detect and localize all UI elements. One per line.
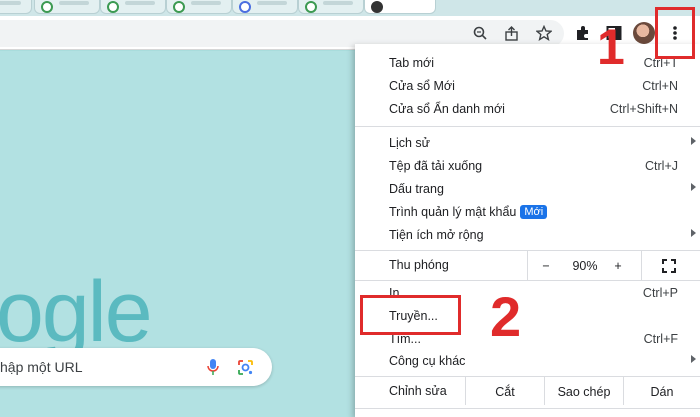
- google-logo: ogle: [0, 264, 153, 360]
- site-favicon-icon: [239, 1, 251, 13]
- menu-item-edit: Chỉnh sửa Cắt Sao chép Dán: [355, 377, 700, 405]
- browser-tab-active[interactable]: [364, 0, 436, 14]
- browser-tab[interactable]: [100, 0, 166, 14]
- zoom-in-button[interactable]: +: [607, 254, 629, 277]
- browser-tab[interactable]: [232, 0, 298, 14]
- zoom-search-icon[interactable]: [472, 25, 488, 41]
- menu-divider: [355, 376, 700, 377]
- site-favicon-icon: [107, 1, 119, 13]
- site-favicon-icon: [173, 1, 185, 13]
- annotation-step-1: 1: [597, 19, 625, 75]
- fullscreen-icon[interactable]: [655, 254, 683, 277]
- browser-tab[interactable]: [0, 0, 32, 14]
- chrome-main-menu: Tab mới Ctrl+T Cửa sổ Mới Ctrl+N Cửa sổ Ẩn…: [355, 44, 700, 417]
- site-favicon-icon: [41, 1, 53, 13]
- annotation-step-2: 2: [490, 285, 522, 348]
- search-box[interactable]: hập một URL: [0, 348, 272, 386]
- submenu-arrow-icon: [691, 355, 696, 363]
- submenu-arrow-icon: [691, 137, 696, 145]
- menu-item-password-manager[interactable]: Trình quản lý mật khẩu Mới: [355, 201, 700, 224]
- menu-item-incognito-window[interactable]: Cửa sổ Ẩn danh mới Ctrl+Shift+N: [355, 98, 700, 121]
- annotation-highlight-cast-item: [360, 295, 461, 335]
- browser-tab[interactable]: [298, 0, 364, 14]
- tab-strip: [0, 0, 700, 16]
- extensions-puzzle-icon[interactable]: [574, 24, 592, 42]
- menu-item-downloads[interactable]: Tệp đã tải xuống Ctrl+J: [355, 155, 700, 178]
- menu-item-history[interactable]: Lịch sử: [355, 132, 700, 155]
- annotation-highlight-menu-button: [655, 7, 695, 59]
- menu-item-new-tab[interactable]: Tab mới Ctrl+T: [355, 52, 700, 75]
- menu-item-more-tools[interactable]: Công cụ khác: [355, 350, 700, 373]
- site-favicon-icon: [305, 1, 317, 13]
- menu-item-extensions[interactable]: Tiện ích mở rộng: [355, 224, 700, 247]
- zoom-level: 90%: [572, 258, 598, 273]
- copy-button[interactable]: Sao chép: [545, 380, 623, 403]
- lens-camera-icon[interactable]: [236, 358, 254, 376]
- microphone-icon[interactable]: [206, 358, 220, 376]
- menu-divider: [355, 408, 700, 409]
- bookmark-star-icon[interactable]: [535, 24, 552, 41]
- share-icon[interactable]: [503, 25, 519, 41]
- menu-item-bookmarks[interactable]: Dấu trang: [355, 178, 700, 201]
- new-badge: Mới: [520, 205, 548, 219]
- menu-divider: [355, 280, 700, 281]
- zoom-out-button[interactable]: −: [531, 254, 561, 277]
- paste-button[interactable]: Dán: [624, 380, 700, 403]
- submenu-arrow-icon: [691, 183, 696, 191]
- cut-button[interactable]: Cắt: [466, 380, 544, 403]
- browser-tab[interactable]: [166, 0, 232, 14]
- menu-item-zoom: Thu phóng − 90% +: [355, 250, 700, 280]
- profile-avatar[interactable]: [633, 22, 655, 44]
- menu-item-new-window[interactable]: Cửa sổ Mới Ctrl+N: [355, 75, 700, 98]
- submenu-arrow-icon: [691, 229, 696, 237]
- search-placeholder: hập một URL: [0, 359, 83, 375]
- site-favicon-icon: [371, 1, 383, 13]
- menu-divider: [355, 126, 700, 127]
- new-tab-page: ogle hập một URL: [0, 51, 355, 417]
- browser-tab[interactable]: [34, 0, 100, 14]
